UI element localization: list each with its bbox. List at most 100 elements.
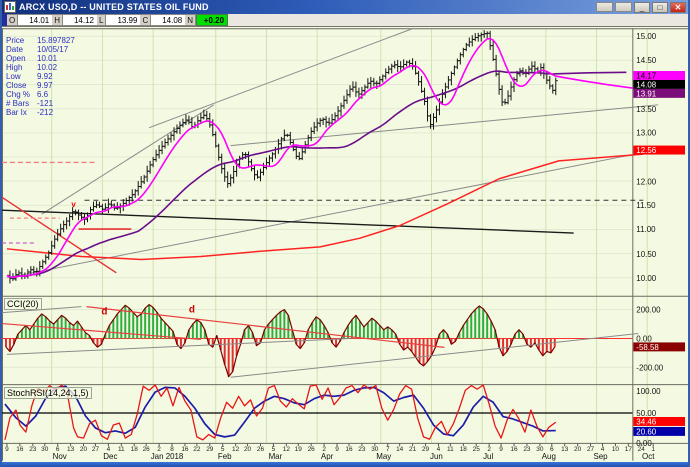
chart-app-icon [4, 1, 16, 13]
svg-text:29: 29 [206, 446, 214, 453]
chart-background [2, 28, 688, 461]
svg-text:19: 19 [295, 446, 303, 453]
svg-text:10.00: 10.00 [636, 274, 656, 283]
quote-field-value: 14.01 [18, 14, 53, 26]
svg-text:12: 12 [232, 446, 240, 453]
svg-text:Aug: Aug [542, 452, 556, 461]
svg-text:16: 16 [345, 446, 353, 453]
svg-text:13.00: 13.00 [636, 129, 656, 138]
svg-text:10: 10 [612, 446, 620, 453]
svg-text:Oct: Oct [642, 452, 655, 461]
svg-text:26: 26 [143, 446, 151, 453]
svg-text:14.50: 14.50 [636, 56, 656, 65]
svg-text:13: 13 [561, 446, 569, 453]
svg-text:Apr: Apr [321, 452, 334, 461]
svg-text:-58.58: -58.58 [636, 343, 659, 352]
svg-text:23: 23 [29, 446, 37, 453]
close-button[interactable]: ✕ [670, 1, 686, 13]
svg-text:11.50: 11.50 [636, 201, 656, 210]
data-window-row: High 10.02 [6, 63, 58, 72]
quote-field-value: 14.08 [151, 14, 186, 26]
svg-text:18: 18 [131, 446, 139, 453]
data-window: Price 15.897827 Date 10/05/17 Open 10.01 High 1… [6, 36, 75, 117]
quote-field-value: 14.12 [63, 14, 98, 26]
svg-text:14: 14 [396, 446, 404, 453]
maximize-button[interactable]: □ [652, 1, 668, 13]
quote-bar: O 14.01 H 14.12 L 13.99 C 14.08 N +0.20 [2, 14, 688, 27]
quote-change-label: N [185, 14, 197, 26]
app-window: ARCX USO,D -- UNITED STATES OIL FUND _ □… [0, 0, 690, 467]
svg-text:20.60: 20.60 [636, 427, 656, 436]
data-window-row: Open 10.01 [6, 54, 58, 63]
svg-text:14.08: 14.08 [636, 80, 656, 89]
svg-text:Jan 2018: Jan 2018 [151, 452, 184, 461]
title-bar[interactable]: ARCX USO,D -- UNITED STATES OIL FUND _ □… [2, 0, 688, 14]
quote-field-label: O [7, 14, 19, 26]
svg-text:Jun: Jun [430, 452, 443, 461]
svg-text:20: 20 [244, 446, 252, 453]
svg-text:27: 27 [92, 446, 100, 453]
svg-text:14.17: 14.17 [636, 71, 656, 80]
cci-pane-label: CCI(20) [4, 298, 42, 310]
svg-text:11: 11 [447, 446, 454, 453]
svg-text:22: 22 [193, 446, 201, 453]
svg-text:12.56: 12.56 [636, 146, 656, 155]
svg-text:18: 18 [460, 446, 468, 453]
data-window-row: Low 9.92 [6, 72, 53, 81]
svg-text:26: 26 [257, 446, 265, 453]
svg-text:20: 20 [80, 446, 88, 453]
svg-text:34.46: 34.46 [636, 417, 656, 426]
svg-text:11: 11 [118, 446, 125, 453]
data-window-row: Chg % 6.6 [6, 90, 49, 99]
svg-text:v: v [71, 200, 76, 209]
svg-text:13: 13 [67, 446, 75, 453]
svg-text:23: 23 [523, 446, 531, 453]
svg-text:9: 9 [5, 446, 9, 453]
svg-text:200.00: 200.00 [636, 306, 661, 315]
svg-text:d: d [189, 305, 195, 316]
chart-canvas[interactable]: v d d 15.00 14.50 13.50 13.00 12.00 11.50 11.00 10… [2, 27, 688, 462]
svg-text:21: 21 [409, 446, 417, 453]
svg-text:12: 12 [283, 446, 291, 453]
svg-text:17: 17 [625, 446, 633, 453]
toolbar-button-1[interactable] [596, 2, 613, 12]
svg-text:Feb: Feb [218, 452, 232, 461]
svg-text:16: 16 [510, 446, 518, 453]
minimize-button[interactable]: _ [634, 1, 650, 13]
data-window-row: Close 9.97 [6, 81, 53, 90]
svg-text:May: May [376, 452, 391, 461]
data-window-row: Price 15.897827 [6, 36, 75, 45]
svg-text:23: 23 [358, 446, 366, 453]
svg-text:10.50: 10.50 [636, 250, 656, 259]
svg-text:30: 30 [41, 446, 49, 453]
window-bottom-border [2, 462, 688, 467]
svg-text:11.00: 11.00 [636, 225, 656, 234]
svg-text:20: 20 [574, 446, 582, 453]
svg-text:13.91: 13.91 [636, 89, 656, 98]
window-title: ARCX USO,D -- UNITED STATES OIL FUND [19, 2, 209, 12]
svg-text:13.50: 13.50 [636, 105, 656, 114]
svg-text:25: 25 [473, 446, 481, 453]
svg-text:Dec: Dec [103, 452, 117, 461]
svg-text:Mar: Mar [269, 452, 283, 461]
svg-text:Jul: Jul [483, 452, 493, 461]
svg-text:-200.00: -200.00 [636, 363, 664, 372]
quote-field-value: 13.99 [106, 14, 141, 26]
svg-text:9: 9 [499, 446, 503, 453]
data-window-row: Date 10/05/17 [6, 45, 69, 54]
price-annotations: v [71, 200, 76, 209]
quote-change-value: +0.20 [196, 14, 229, 26]
svg-text:d: d [101, 307, 107, 318]
chart-area[interactable]: v d d 15.00 14.50 13.50 13.00 12.00 11.50 11.00 10… [2, 27, 688, 462]
svg-text:29: 29 [422, 446, 430, 453]
svg-text:Sep: Sep [593, 452, 608, 461]
quote-field-label: H [52, 14, 64, 26]
svg-text:26: 26 [308, 446, 316, 453]
data-window-row: Bar Ix -212 [6, 108, 54, 117]
svg-text:9: 9 [335, 446, 339, 453]
quote-field-label: L [97, 14, 107, 26]
svg-text:Nov: Nov [53, 452, 67, 461]
toolbar-button-2[interactable] [615, 2, 632, 12]
quote-field-label: C [140, 14, 152, 26]
stochrsi-pane-label: StochRSI(14,24,1,5) [4, 387, 92, 399]
